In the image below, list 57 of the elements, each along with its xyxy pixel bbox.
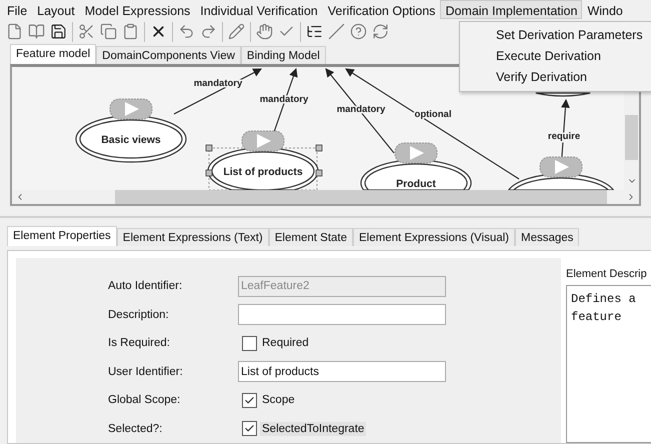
feature-node[interactable]: [75, 115, 187, 163]
checkbox-label[interactable]: Scope: [260, 393, 297, 408]
redo-icon[interactable]: [200, 23, 217, 40]
hand-icon[interactable]: [256, 23, 273, 40]
menu-item[interactable]: Individual Verification: [195, 0, 323, 19]
checkbox[interactable]: [242, 392, 257, 408]
input-field[interactable]: List of products: [238, 361, 446, 382]
tab[interactable]: Element State: [268, 228, 353, 246]
node-label: Basic views: [101, 134, 161, 146]
checkbox[interactable]: [242, 336, 257, 351]
field-label: Auto Identifier:: [107, 280, 184, 292]
menu-option[interactable]: Verify Derivation: [460, 67, 651, 88]
tree-icon[interactable]: [306, 23, 323, 40]
help-icon[interactable]: [350, 23, 367, 40]
tab[interactable]: Binding Model: [240, 46, 326, 64]
feature-node[interactable]: [206, 144, 322, 190]
menu-item[interactable]: Windo: [582, 0, 628, 19]
scissors-icon[interactable]: [78, 23, 95, 40]
copy-icon[interactable]: [100, 23, 117, 40]
tab[interactable]: Messages: [515, 228, 580, 246]
menu-item[interactable]: Verification Options: [322, 0, 440, 19]
menu-item[interactable]: Model Expressions: [80, 0, 196, 19]
tab[interactable]: Element Properties: [7, 226, 117, 246]
description-area[interactable]: Defines a feature: [566, 285, 651, 443]
menu-item[interactable]: Domain Implementation: [440, 0, 582, 19]
tab[interactable]: Element Expressions (Visual): [353, 228, 515, 246]
checkbox-label[interactable]: Required: [260, 336, 311, 350]
tab[interactable]: DomainComponents View: [96, 46, 241, 64]
menu-item[interactable]: File: [2, 0, 32, 19]
check-icon: [244, 423, 255, 434]
undo-icon[interactable]: [178, 23, 195, 40]
node-label: List of products: [223, 166, 303, 178]
field-label: User Identifier:: [107, 366, 184, 378]
line-icon[interactable]: [328, 23, 345, 40]
menu-item[interactable]: Layout: [32, 0, 80, 19]
feature-node[interactable]: [535, 92, 591, 97]
field-label: Global Scope:: [107, 394, 182, 406]
node-label: Product: [396, 178, 436, 190]
document-icon[interactable]: [6, 23, 23, 40]
check-icon: [244, 394, 255, 406]
field-label: Is Required:: [107, 337, 172, 350]
feature-node[interactable]: [360, 159, 472, 190]
book-icon[interactable]: [28, 23, 45, 40]
field-label: Selected?:: [107, 422, 164, 435]
pencil-icon[interactable]: [228, 23, 245, 40]
tab[interactable]: Feature model: [10, 44, 96, 64]
refresh-icon[interactable]: [372, 23, 389, 40]
input-field[interactable]: [238, 304, 446, 326]
description-title: Element Descrip: [566, 268, 648, 280]
menu-option[interactable]: Set Derivation Parameters: [460, 25, 651, 46]
clipboard-icon[interactable]: [122, 23, 139, 40]
checkbox-label[interactable]: SelectedToIntegrate: [260, 422, 366, 436]
tab[interactable]: Element Expressions (Text): [116, 228, 269, 246]
menu-option[interactable]: Execute Derivation: [460, 46, 651, 67]
checkbox[interactable]: [242, 421, 257, 436]
save-icon[interactable]: [50, 23, 67, 40]
field-label: Description:: [107, 308, 170, 321]
